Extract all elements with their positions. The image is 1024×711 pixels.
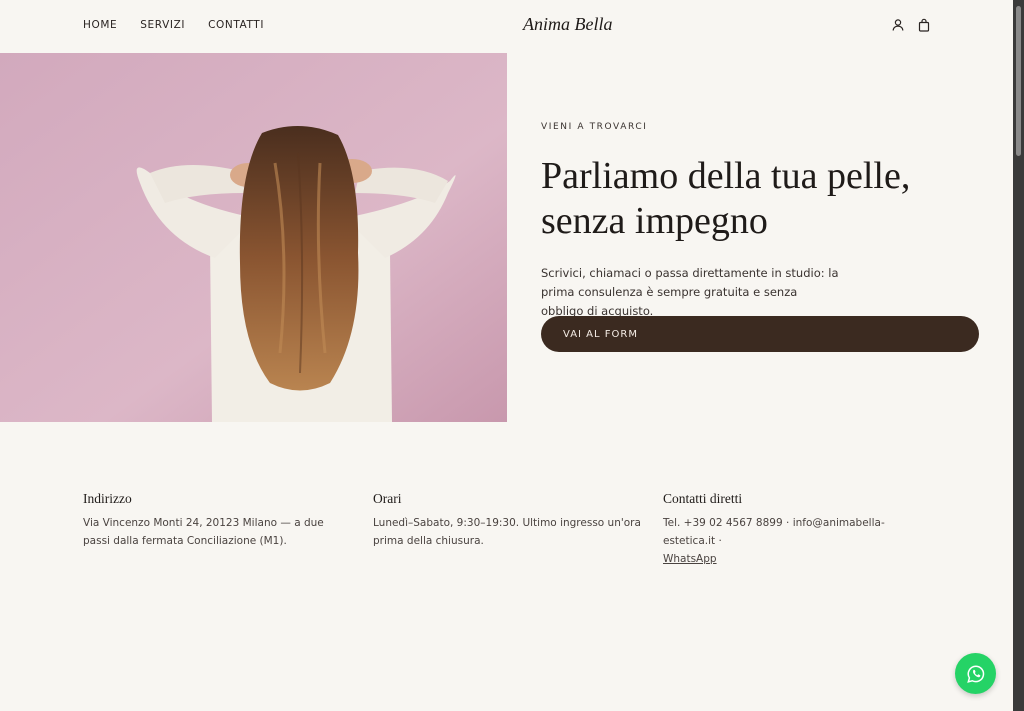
main-nav: HOME SERVIZI CONTATTI [83, 19, 264, 31]
contacts-title: Contatti diretti [663, 491, 743, 506]
hero-content: VIENI A TROVARCI Parliamo della tua pell… [541, 122, 981, 321]
separator: · [715, 535, 722, 547]
contacts-phone[interactable]: Tel. +39 02 4567 8899 [663, 517, 783, 529]
hero-title-line-1: Parliamo della tua pelle, [541, 155, 911, 197]
header-actions [892, 18, 930, 32]
hero-title-line-2: senza impegno [541, 200, 768, 242]
user-icon[interactable] [892, 18, 904, 32]
site-logo[interactable]: Anima Bella [523, 14, 612, 35]
site-header: HOME SERVIZI CONTATTI Anima Bella [0, 0, 1013, 52]
form-cta-button[interactable]: VAI AL FORM [541, 316, 979, 352]
whatsapp-link[interactable]: WhatsApp [663, 553, 717, 565]
whatsapp-float-button[interactable] [955, 653, 996, 694]
scrollbar[interactable] [1013, 0, 1024, 711]
whatsapp-icon [966, 664, 984, 683]
hero-image [0, 53, 507, 422]
contact-info: Indirizzo Via Vincenzo Monti 24, 20123 M… [83, 491, 953, 568]
hero-title: Parliamo della tua pelle, senza impegno [541, 154, 981, 244]
nav-home[interactable]: HOME [83, 19, 117, 31]
contacts-text: Tel. +39 02 4567 8899 · info@animabella-… [663, 514, 933, 568]
address-text: Via Vincenzo Monti 24, 20123 Milano — a … [83, 517, 324, 547]
scrollbar-thumb[interactable] [1016, 6, 1021, 156]
hours-text: Lunedì–Sabato, 9:30–19:30. Ultimo ingres… [373, 517, 641, 547]
address-column: Indirizzo Via Vincenzo Monti 24, 20123 M… [83, 491, 373, 568]
shopping-bag-icon[interactable] [918, 18, 930, 32]
nav-contatti[interactable]: CONTATTI [208, 19, 264, 31]
hero-description: Scrivici, chiamaci o passa direttamente … [541, 266, 839, 318]
address-title: Indirizzo [83, 491, 132, 506]
hours-column: Orari Lunedì–Sabato, 9:30–19:30. Ultimo … [373, 491, 663, 568]
contacts-column: Contatti diretti Tel. +39 02 4567 8899 ·… [663, 491, 953, 568]
separator: · [782, 517, 793, 529]
page: HOME SERVIZI CONTATTI Anima Bella VIENI … [0, 0, 1013, 711]
hero-eyebrow: VIENI A TROVARCI [541, 122, 648, 132]
nav-servizi[interactable]: SERVIZI [140, 19, 185, 31]
hours-title: Orari [373, 491, 402, 506]
